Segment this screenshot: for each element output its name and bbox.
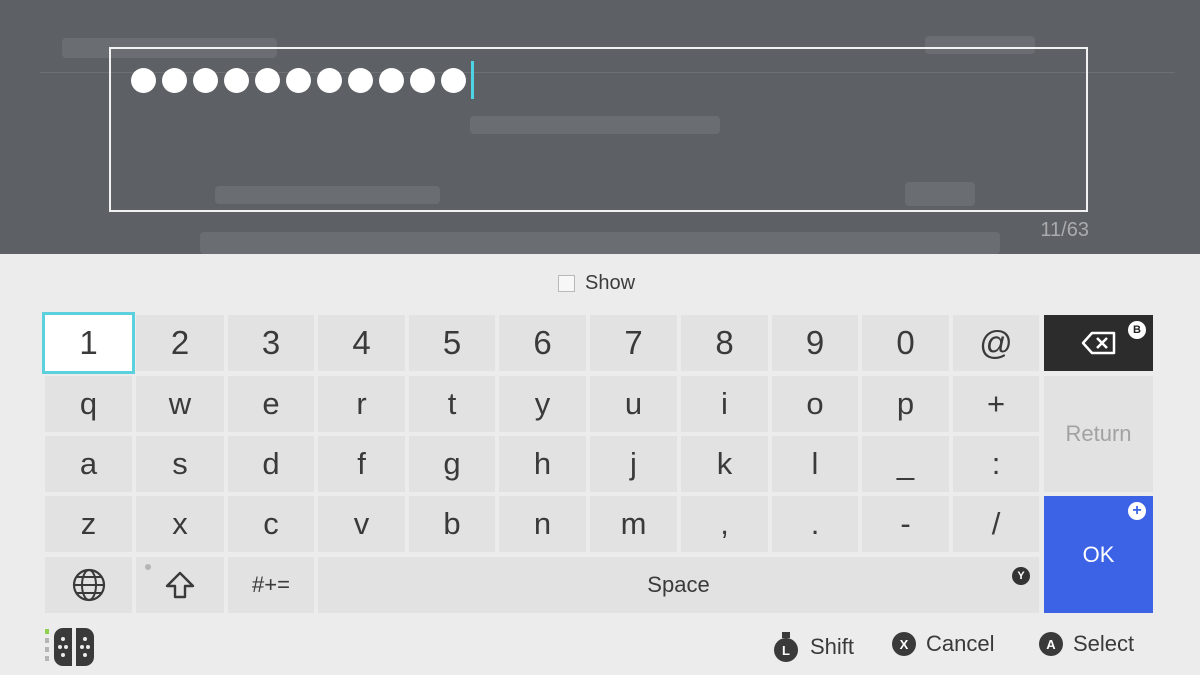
password-input-field[interactable]: [109, 47, 1088, 212]
key-p[interactable]: p: [862, 376, 949, 432]
shift-hint-label: Shift: [810, 634, 855, 659]
show-label: Show: [585, 272, 636, 294]
key-d[interactable]: d: [228, 436, 314, 492]
masked-char-dot: [131, 68, 156, 93]
key-c[interactable]: c: [228, 496, 314, 552]
key-u[interactable]: u: [590, 376, 677, 432]
show-password-toggle[interactable]: Show: [558, 272, 635, 295]
key-symbol[interactable]: -: [862, 496, 949, 552]
key-q[interactable]: q: [45, 376, 132, 432]
backspace-icon: [1081, 331, 1115, 355]
shift-arrow-icon: [165, 571, 195, 599]
b-button-badge: B: [1128, 321, 1146, 339]
masked-char-dot: [379, 68, 404, 93]
key-symbol[interactable]: /: [953, 496, 1039, 552]
globe-icon: [72, 568, 105, 602]
shift-key[interactable]: [136, 557, 224, 613]
character-counter: 11/63: [1040, 219, 1089, 241]
key-h[interactable]: h: [499, 436, 586, 492]
key-z[interactable]: z: [45, 496, 132, 552]
key-9[interactable]: 9: [772, 315, 858, 371]
key-r[interactable]: r: [318, 376, 405, 432]
joycon-icon: [45, 628, 94, 666]
key-m[interactable]: m: [590, 496, 677, 552]
controller-indicator: [45, 627, 103, 667]
a-button-icon: A: [1039, 632, 1063, 656]
masked-char-dot: [193, 68, 218, 93]
masked-char-dot: [162, 68, 187, 93]
key-b[interactable]: b: [409, 496, 495, 552]
return-key[interactable]: Return: [1044, 376, 1153, 492]
key-y[interactable]: y: [499, 376, 586, 432]
masked-char-dot: [224, 68, 249, 93]
blurred-list-item: [200, 232, 1000, 254]
cancel-hint[interactable]: X Cancel: [892, 631, 994, 657]
text-caret: [471, 61, 474, 99]
key-n[interactable]: n: [499, 496, 586, 552]
masked-char-dot: [317, 68, 342, 93]
key-symbol[interactable]: @: [953, 315, 1039, 371]
cancel-hint-label: Cancel: [926, 631, 995, 656]
space-key[interactable]: Space Y: [318, 557, 1039, 613]
l-stick-letter: L: [782, 643, 790, 658]
space-label: Space: [647, 572, 710, 597]
key-e[interactable]: e: [228, 376, 314, 432]
key-x[interactable]: x: [136, 496, 224, 552]
key-3[interactable]: 3: [228, 315, 314, 371]
key-0[interactable]: 0: [862, 315, 949, 371]
key-symbol[interactable]: ,: [681, 496, 768, 552]
key-l[interactable]: l: [772, 436, 858, 492]
key-j[interactable]: j: [590, 436, 677, 492]
masked-char-dot: [410, 68, 435, 93]
key-6[interactable]: 6: [499, 315, 586, 371]
software-keyboard-panel: Show 1 2 3 4 5 6 7 8 9 0 @ q w e r t y u i o p + a s d f g h j k l _: z x…: [0, 254, 1200, 675]
key-symbol[interactable]: :: [953, 436, 1039, 492]
key-k[interactable]: k: [681, 436, 768, 492]
x-button-icon: X: [892, 632, 916, 656]
key-symbol[interactable]: .: [772, 496, 858, 552]
plus-button-badge: +: [1128, 502, 1146, 520]
key-symbol[interactable]: +: [953, 376, 1039, 432]
key-7[interactable]: 7: [590, 315, 677, 371]
key-f[interactable]: f: [318, 436, 405, 492]
masked-char-dot: [441, 68, 466, 93]
select-hint-label: Select: [1073, 631, 1135, 656]
key-4[interactable]: 4: [318, 315, 405, 371]
key-8[interactable]: 8: [681, 315, 768, 371]
key-5[interactable]: 5: [409, 315, 495, 371]
masked-char-dot: [286, 68, 311, 93]
language-key[interactable]: [45, 557, 132, 613]
key-1[interactable]: 1: [42, 312, 135, 374]
key-t[interactable]: t: [409, 376, 495, 432]
select-hint[interactable]: A Select: [1039, 631, 1134, 657]
key-g[interactable]: g: [409, 436, 495, 492]
dimmed-background-screen: 11/63: [0, 0, 1200, 254]
show-checkbox[interactable]: [558, 275, 575, 292]
masked-char-dot: [348, 68, 373, 93]
y-button-badge: Y: [1012, 567, 1030, 585]
key-s[interactable]: s: [136, 436, 224, 492]
ok-label: OK: [1082, 541, 1115, 567]
key-v[interactable]: v: [318, 496, 405, 552]
key-symbol[interactable]: _: [862, 436, 949, 492]
key-i[interactable]: i: [681, 376, 768, 432]
symbols-key[interactable]: #+=: [228, 557, 314, 613]
ok-key[interactable]: OK +: [1044, 496, 1153, 613]
l-stick-icon: L: [774, 632, 798, 662]
masked-password-dots: [131, 68, 466, 93]
key-w[interactable]: w: [136, 376, 224, 432]
backspace-key[interactable]: B: [1044, 315, 1153, 371]
masked-char-dot: [255, 68, 280, 93]
shift-hint[interactable]: L Shift: [772, 631, 854, 663]
shift-indicator-dot: [145, 564, 151, 570]
key-o[interactable]: o: [772, 376, 858, 432]
key-a[interactable]: a: [45, 436, 132, 492]
key-2[interactable]: 2: [136, 315, 224, 371]
